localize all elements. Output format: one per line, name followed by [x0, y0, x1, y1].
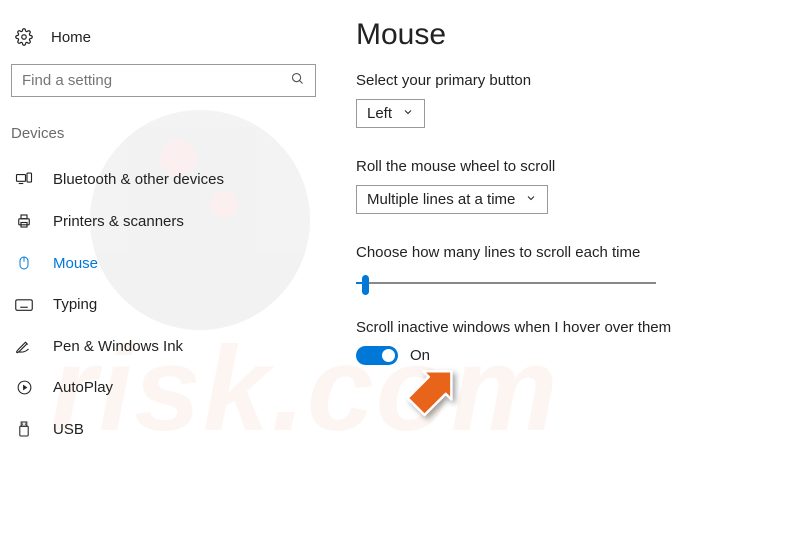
- wheel-scroll-label: Roll the mouse wheel to scroll: [356, 158, 760, 175]
- slider-thumb[interactable]: [362, 275, 369, 295]
- sidebar-item-usb[interactable]: USB: [11, 408, 316, 450]
- search-icon: [290, 71, 305, 91]
- home-nav[interactable]: Home: [11, 24, 316, 64]
- annotation-arrow: [398, 356, 468, 431]
- dropdown-value: Multiple lines at a time: [367, 191, 515, 208]
- section-header: Devices: [11, 125, 316, 158]
- sidebar-item-autoplay[interactable]: AutoPlay: [11, 367, 316, 408]
- nav-label: Bluetooth & other devices: [53, 171, 224, 188]
- main-content: Mouse Select your primary button Left Ro…: [326, 0, 790, 450]
- printer-icon: [15, 212, 33, 230]
- sidebar: Home Devices Bluetooth & other devices P…: [0, 0, 326, 450]
- lines-slider[interactable]: [356, 271, 656, 297]
- mouse-icon: [15, 254, 33, 272]
- keyboard-icon: [15, 298, 33, 312]
- wheel-scroll-dropdown[interactable]: Multiple lines at a time: [356, 185, 548, 214]
- nav-label: Mouse: [53, 255, 98, 272]
- dropdown-value: Left: [367, 105, 392, 122]
- pen-icon: [15, 337, 33, 355]
- slider-track: [356, 282, 656, 284]
- toggle-knob: [382, 349, 395, 362]
- sidebar-item-printers[interactable]: Printers & scanners: [11, 200, 316, 242]
- home-label: Home: [51, 29, 91, 46]
- nav-label: USB: [53, 421, 84, 438]
- search-input[interactable]: [11, 64, 316, 97]
- sidebar-item-typing[interactable]: Typing: [11, 284, 316, 325]
- sidebar-item-pen[interactable]: Pen & Windows Ink: [11, 325, 316, 367]
- page-title: Mouse: [356, 18, 760, 52]
- nav-label: Printers & scanners: [53, 213, 184, 230]
- autoplay-icon: [15, 379, 33, 396]
- nav-label: Pen & Windows Ink: [53, 338, 183, 355]
- sidebar-item-bluetooth[interactable]: Bluetooth & other devices: [11, 158, 316, 200]
- gear-icon: [15, 28, 33, 46]
- sidebar-item-mouse[interactable]: Mouse: [11, 242, 316, 284]
- nav-label: Typing: [53, 296, 97, 313]
- inactive-label: Scroll inactive windows when I hover ove…: [356, 319, 760, 336]
- primary-button-dropdown[interactable]: Left: [356, 99, 425, 128]
- devices-icon: [15, 170, 33, 188]
- usb-icon: [15, 420, 33, 438]
- nav-label: AutoPlay: [53, 379, 113, 396]
- primary-button-label: Select your primary button: [356, 72, 760, 89]
- chevron-down-icon: [402, 105, 414, 122]
- lines-label: Choose how many lines to scroll each tim…: [356, 244, 760, 261]
- chevron-down-icon: [525, 191, 537, 208]
- search-field[interactable]: [22, 72, 290, 89]
- inactive-toggle[interactable]: [356, 346, 398, 365]
